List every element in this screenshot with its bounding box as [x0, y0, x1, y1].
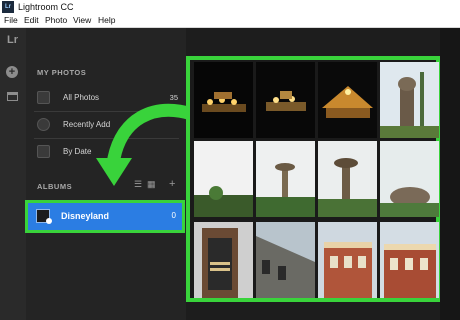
title-bar: Lr Lightroom CC — [0, 0, 460, 14]
calendar-icon — [37, 145, 50, 158]
photo-grid — [186, 56, 440, 302]
photo-thumbnail[interactable] — [380, 141, 439, 217]
library-icon[interactable] — [7, 92, 18, 101]
photo-thumbnail[interactable] — [318, 222, 377, 298]
lightroom-app-icon: Lr — [2, 1, 14, 13]
photo-thumbnail[interactable] — [194, 222, 253, 298]
menu-edit[interactable]: Edit — [24, 14, 39, 27]
photo-thumbnail[interactable] — [318, 141, 377, 217]
grid-header — [186, 28, 440, 56]
photo-thumbnail[interactable] — [380, 62, 439, 138]
photo-thumbnail[interactable] — [194, 62, 253, 138]
photo-thumbnail[interactable] — [318, 62, 377, 138]
menu-file[interactable]: File — [4, 14, 18, 27]
add-photos-icon[interactable]: + — [6, 66, 18, 78]
photo-thumbnail[interactable] — [256, 141, 315, 217]
album-count: 0 — [171, 211, 176, 220]
annotation-arrow — [96, 103, 199, 186]
album-badge-icon — [46, 218, 52, 224]
menu-photo[interactable]: Photo — [45, 14, 67, 27]
lr-logo: Lr — [7, 34, 18, 46]
left-toolstrip: Lr + — [0, 28, 26, 320]
album-label: Disneyland — [61, 211, 110, 221]
photo-thumbnail[interactable] — [380, 222, 439, 298]
window-title: Lightroom CC — [18, 2, 74, 12]
photo-thumbnail[interactable] — [256, 222, 315, 298]
menu-bar: File Edit Photo View Help — [0, 14, 460, 28]
right-panel — [440, 28, 460, 320]
clock-icon — [37, 118, 50, 131]
menu-view[interactable]: View — [73, 14, 91, 27]
my-photos-heading: MY PHOTOS — [37, 68, 87, 77]
photo-thumbnail[interactable] — [256, 62, 315, 138]
menu-help[interactable]: Help — [98, 14, 115, 27]
photo-icon — [37, 91, 50, 104]
photo-thumbnail[interactable] — [194, 141, 253, 217]
